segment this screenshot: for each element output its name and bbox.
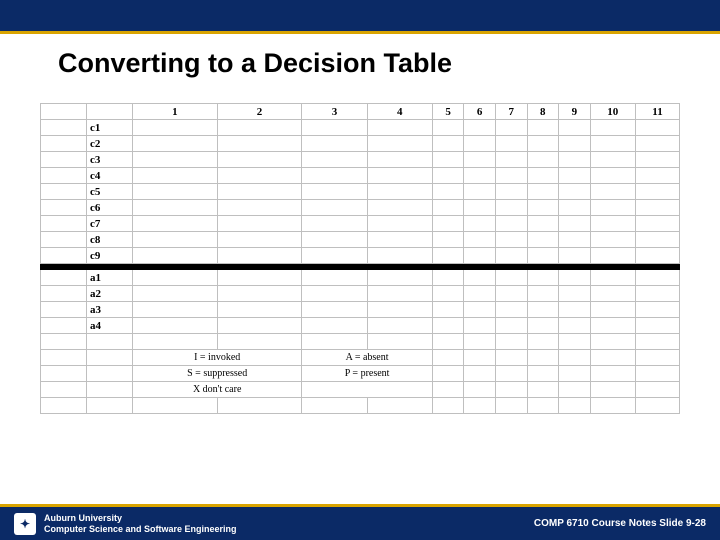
legend-row: I = invoked A = absent xyxy=(41,350,680,366)
row-label: c1 xyxy=(87,120,133,136)
footer-bar: ✦ Auburn University Computer Science and… xyxy=(0,504,720,540)
col-11: 11 xyxy=(636,104,680,120)
row-label: a2 xyxy=(87,286,133,302)
table-row: a3 xyxy=(41,302,680,318)
legend-text: I = invoked xyxy=(133,350,302,366)
col-9: 9 xyxy=(559,104,591,120)
footer-right: COMP 6710 Course Notes Slide 9-28 xyxy=(534,518,706,529)
row-label: c3 xyxy=(87,152,133,168)
table-row: c2 xyxy=(41,136,680,152)
col-6: 6 xyxy=(464,104,496,120)
legend-text: X don't care xyxy=(133,382,302,398)
spacer-row xyxy=(41,398,680,414)
legend-row: X don't care xyxy=(41,382,680,398)
table-row: c8 xyxy=(41,232,680,248)
col-5: 5 xyxy=(432,104,464,120)
row-label: c2 xyxy=(87,136,133,152)
table-row: c1 xyxy=(41,120,680,136)
table-row: c5 xyxy=(41,184,680,200)
col-7: 7 xyxy=(495,104,527,120)
col-10: 10 xyxy=(590,104,635,120)
col-8: 8 xyxy=(527,104,559,120)
row-label: c8 xyxy=(87,232,133,248)
col-3: 3 xyxy=(302,104,367,120)
table-row: a2 xyxy=(41,286,680,302)
row-label: c7 xyxy=(87,216,133,232)
university-logo-icon: ✦ xyxy=(14,513,36,535)
table-row: c3 xyxy=(41,152,680,168)
spacer-row xyxy=(41,334,680,350)
row-label: c5 xyxy=(87,184,133,200)
row-label: c6 xyxy=(87,200,133,216)
legend-text: S = suppressed xyxy=(133,366,302,382)
slide-title: Converting to a Decision Table xyxy=(58,48,720,79)
table-row: a4 xyxy=(41,318,680,334)
table-row: a1 xyxy=(41,270,680,286)
row-label: a3 xyxy=(87,302,133,318)
footer-uni: Auburn University xyxy=(44,513,237,523)
table-row: c9 xyxy=(41,248,680,264)
row-label: a1 xyxy=(87,270,133,286)
decision-table-wrap: 1 2 3 4 5 6 7 8 9 10 11 c1 c2 c3 c4 c5 c… xyxy=(40,103,680,414)
table-row: c7 xyxy=(41,216,680,232)
legend-row: S = suppressed P = present xyxy=(41,366,680,382)
col-1: 1 xyxy=(133,104,218,120)
footer-left: ✦ Auburn University Computer Science and… xyxy=(14,513,237,535)
footer-text: Auburn University Computer Science and S… xyxy=(44,513,237,534)
legend-text: A = absent xyxy=(302,350,433,366)
decision-table: 1 2 3 4 5 6 7 8 9 10 11 c1 c2 c3 c4 c5 c… xyxy=(40,103,680,414)
footer-dept: Computer Science and Software Engineerin… xyxy=(44,524,237,534)
column-header-row: 1 2 3 4 5 6 7 8 9 10 11 xyxy=(41,104,680,120)
row-label: c9 xyxy=(87,248,133,264)
row-label: c4 xyxy=(87,168,133,184)
col-2: 2 xyxy=(217,104,302,120)
table-row: c4 xyxy=(41,168,680,184)
row-label: a4 xyxy=(87,318,133,334)
col-4: 4 xyxy=(367,104,432,120)
table-row: c6 xyxy=(41,200,680,216)
legend-text: P = present xyxy=(302,366,433,382)
header-bar xyxy=(0,0,720,34)
